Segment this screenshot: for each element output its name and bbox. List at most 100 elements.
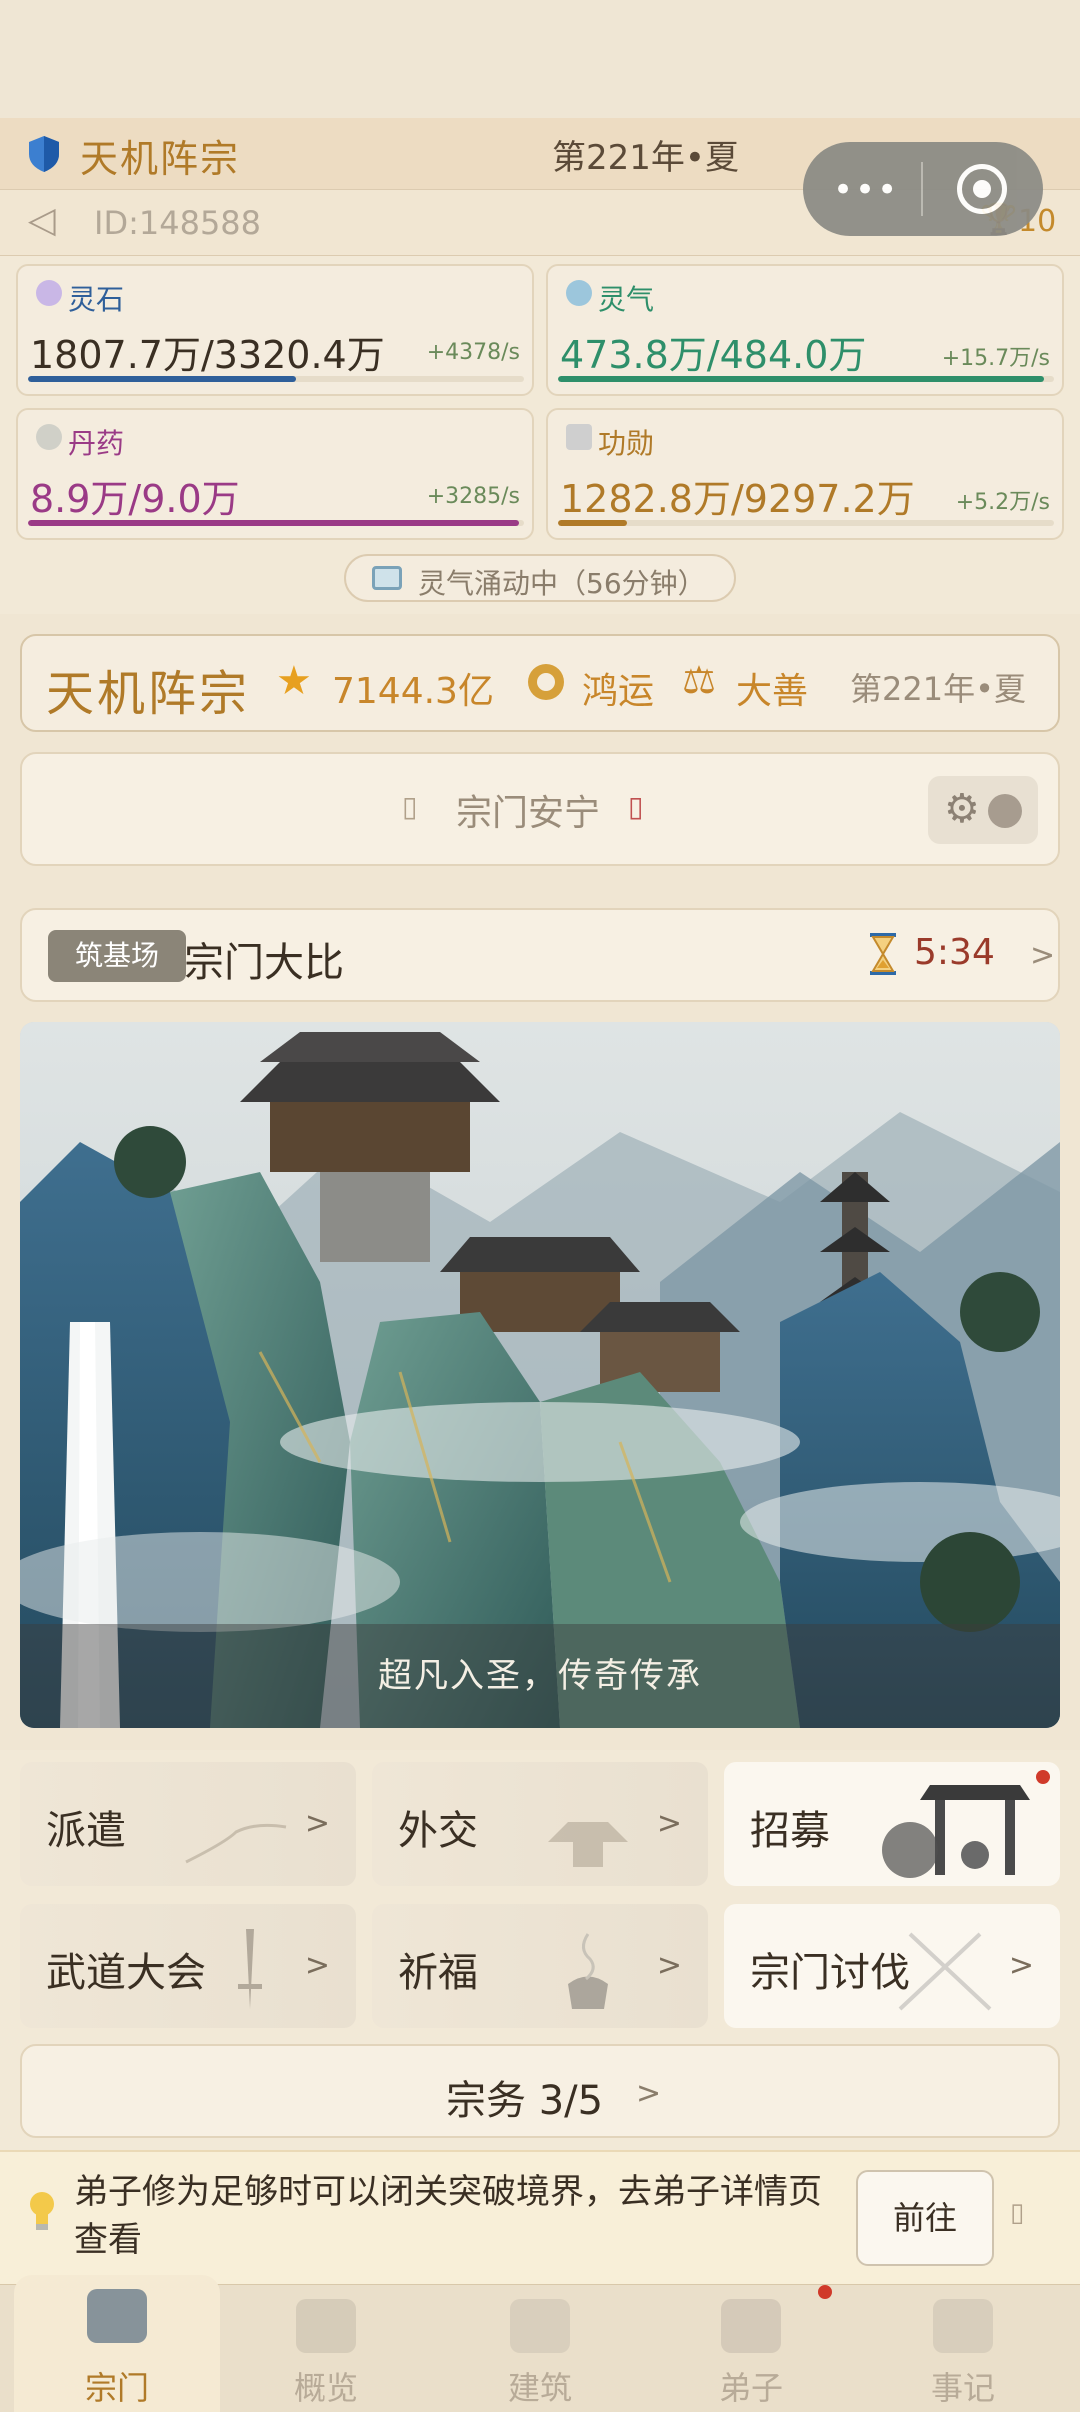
go-button[interactable]: 前往 <box>856 2170 994 2266</box>
book-icon <box>933 2299 993 2353</box>
chevron-right-icon: > <box>1030 938 1056 973</box>
affairs-label: 宗务 3/5 <box>446 2078 604 2124</box>
nav-label: 概览 <box>293 2369 358 2407</box>
player-id: ID:148588 <box>94 204 262 242</box>
hero-caption: 超凡入圣，传奇传承 <box>378 1656 702 1696</box>
nav-label: 弟子 <box>718 2369 783 2407</box>
resource-progress-bar <box>558 376 1054 382</box>
nav-tab-disciples[interactable]: 弟子 <box>648 2285 854 2412</box>
mountain-sect-illustration <box>20 1022 1060 1728</box>
virtue-status: 大善 <box>736 671 809 712</box>
nav-label: 事记 <box>930 2369 995 2407</box>
path-sketch-icon <box>185 1823 287 1864</box>
nav-tab-overview[interactable]: 概览 <box>223 2285 429 2412</box>
action-label: 招募 <box>750 1808 830 1854</box>
yin-yang-icon <box>988 794 1022 828</box>
gear-icon: ⚙ <box>944 786 980 832</box>
incense-burner-icon <box>568 1933 608 2009</box>
event-timer: 5:34 <box>914 932 995 973</box>
sect-title: 天机阵宗 <box>80 137 241 181</box>
sect-status-text: 宗门安宁 <box>456 793 601 834</box>
close-target-icon[interactable] <box>957 164 1007 214</box>
chevron-right-icon: > <box>656 1948 682 1983</box>
resource-progress-fill <box>558 520 628 526</box>
resource-rate: +5.2万/s <box>955 490 1050 515</box>
lightbulb-icon <box>30 2192 54 2230</box>
action-label: 祈福 <box>398 1950 478 1996</box>
capsule-divider <box>921 162 923 216</box>
resource-value: 473.8万/484.0万 <box>560 333 867 377</box>
sect-hall-icon <box>87 2289 147 2343</box>
action-label: 派遣 <box>46 1808 126 1854</box>
event-location-tag: 筑基场 <box>48 930 186 982</box>
resource-rate: +15.7万/s <box>941 346 1050 371</box>
nav-tab-sect[interactable]: 宗门 <box>14 2275 220 2412</box>
tv-icon <box>372 566 402 590</box>
nav-label: 宗门 <box>84 2369 149 2407</box>
action-label: 宗门讨伐 <box>750 1950 910 1996</box>
status-right-mark: ▯ <box>628 790 644 823</box>
chevron-right-icon: > <box>304 1948 330 1983</box>
resource-card-spirit-stone[interactable]: 灵石 1807.7万/3320.4万 +4378/s <box>16 264 534 396</box>
dispatch-button[interactable]: 派遣 > <box>20 1762 356 1886</box>
shield-icon <box>29 136 59 172</box>
miniprogram-capsule[interactable]: ••• <box>803 142 1043 236</box>
bottom-navigation: 宗门 概览 建筑 弟子 事记 <box>0 2275 1080 2412</box>
resource-label: 灵石 <box>68 283 125 316</box>
hammer-tools-icon <box>510 2299 570 2353</box>
sect-affairs-button[interactable]: 宗务 3/5 > <box>20 2044 1060 2138</box>
action-label: 外交 <box>398 1808 478 1854</box>
resource-progress-fill <box>558 376 1045 382</box>
luck-status: 鸿运 <box>582 671 655 712</box>
notice-text: 灵气涌动中（56分钟） <box>418 567 706 600</box>
qi-swirl-icon <box>566 280 592 306</box>
resource-rate: +3285/s <box>426 484 520 509</box>
resource-progress-bar <box>28 376 524 382</box>
tip-close-icon[interactable]: ▯ <box>1010 2198 1024 2228</box>
notification-dot <box>1036 1770 1050 1784</box>
game-year: 第221年•夏 <box>850 670 1026 708</box>
qi-surge-notice[interactable]: 灵气涌动中（56分钟） <box>344 554 736 602</box>
resource-card-qi[interactable]: 灵气 473.8万/484.0万 +15.7万/s <box>546 264 1064 396</box>
pavilion-sketch-icon <box>548 1822 628 1867</box>
pray-button[interactable]: 祈福 > <box>372 1904 708 2028</box>
scroll-icon <box>296 2299 356 2353</box>
notification-dot <box>818 2285 832 2299</box>
nav-tab-records[interactable]: 事记 <box>860 2285 1066 2412</box>
balance-scale-icon: ⚖ <box>682 658 717 702</box>
resource-progress-bar <box>28 520 524 526</box>
resource-card-merit[interactable]: 功勋 1282.8万/9297.2万 +5.2万/s <box>546 408 1064 540</box>
resource-label: 功勋 <box>598 427 655 460</box>
prestige-value: 7144.3亿 <box>332 671 494 712</box>
nav-tab-buildings[interactable]: 建筑 <box>437 2285 643 2412</box>
resource-label: 丹药 <box>68 427 125 460</box>
back-arrow-icon[interactable]: ◁ <box>28 200 56 241</box>
chevron-right-icon: > <box>304 1806 330 1841</box>
more-dots-icon[interactable]: ••• <box>833 170 899 210</box>
game-year: 第221年•夏 <box>552 138 739 178</box>
spirit-stone-icon <box>36 280 62 306</box>
nav-label: 建筑 <box>507 2369 572 2407</box>
gate-illustration-icon <box>882 1785 1030 1878</box>
resource-progress-fill <box>28 376 296 382</box>
resource-progress-fill <box>28 520 520 526</box>
sect-name-large: 天机阵宗 <box>46 666 251 722</box>
event-name: 宗门大比 <box>184 940 344 986</box>
settings-button[interactable]: ⚙ <box>928 776 1038 844</box>
disciple-icon <box>721 2299 781 2353</box>
resource-card-pill[interactable]: 丹药 8.9万/9.0万 +3285/s <box>16 408 534 540</box>
merit-scroll-icon <box>566 424 592 450</box>
sect-summary-card[interactable]: 天机阵宗 ★ 7144.3亿 鸿运 ⚖ 大善 第221年•夏 <box>20 634 1060 732</box>
martial-tournament-button[interactable]: 武道大会 > <box>20 1904 356 2028</box>
recruit-button[interactable]: 招募 <box>724 1762 1060 1886</box>
sect-crusade-button[interactable]: 宗门讨伐 > <box>724 1904 1060 2028</box>
star-icon: ★ <box>276 658 312 704</box>
resource-rate: +4378/s <box>426 340 520 365</box>
action-label: 武道大会 <box>46 1950 206 1996</box>
sect-status-card: ▯ 宗门安宁 ▯ ⚙ <box>20 752 1060 866</box>
resource-label: 灵气 <box>598 283 655 316</box>
status-bar-area <box>0 0 1080 118</box>
diplomacy-button[interactable]: 外交 > <box>372 1762 708 1886</box>
resource-progress-bar <box>558 520 1054 526</box>
sect-tournament-event[interactable]: 筑基场 宗门大比 5:34 > <box>20 908 1060 1002</box>
